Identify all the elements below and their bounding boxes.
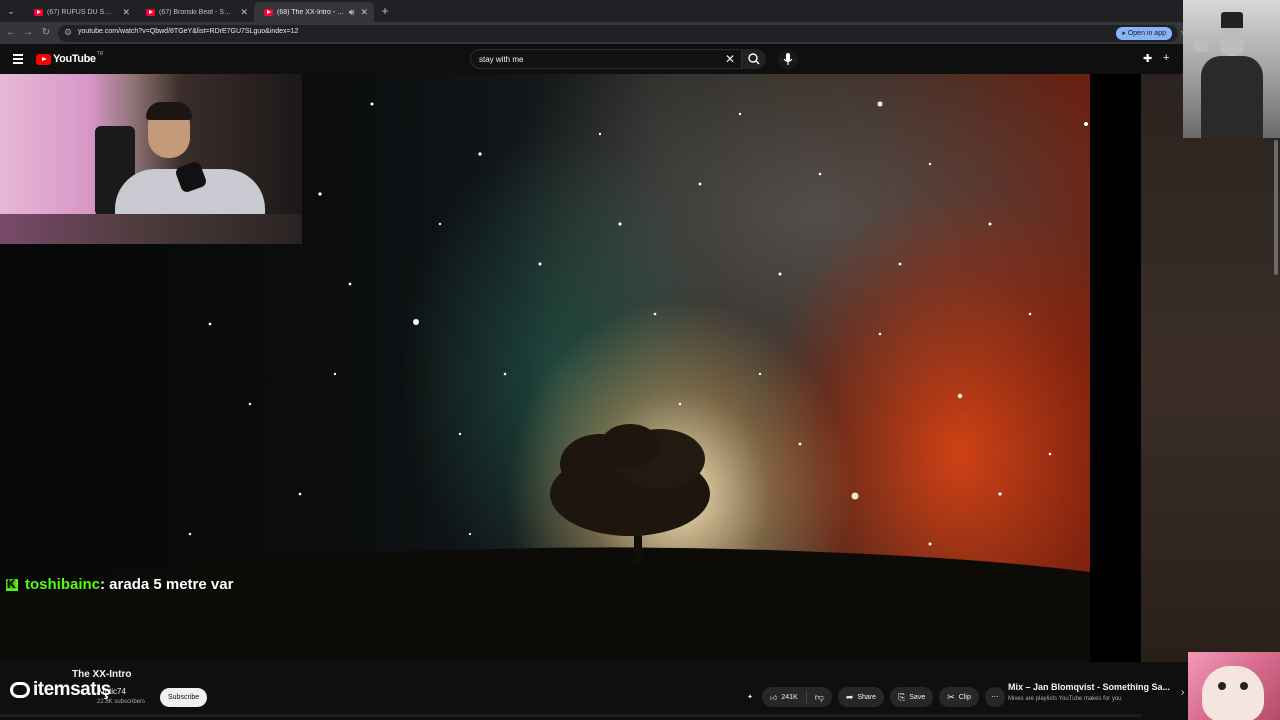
- region-code: TR: [96, 51, 104, 57]
- page-divider: [0, 714, 1141, 717]
- youtube-masthead: YouTube TR stay with me ✕ ✚ +: [0, 44, 1280, 74]
- thumbs-up-icon: 👍︎: [770, 694, 778, 702]
- subscribe-button[interactable]: Subscribe: [160, 688, 208, 707]
- secondary-column: [1141, 74, 1280, 662]
- chevron-right-icon[interactable]: ›: [1181, 687, 1184, 698]
- search-input[interactable]: stay with me ✕: [470, 49, 742, 69]
- more-icon: ⋯: [991, 694, 999, 701]
- open-in-app-button[interactable]: ▸ Open in app: [1116, 27, 1172, 40]
- youtube-favicon-icon: [146, 8, 155, 16]
- youtube-favicon-icon: [264, 8, 273, 16]
- cat-overlay: [1188, 652, 1280, 720]
- scrollbar-thumb[interactable]: [1274, 140, 1278, 275]
- save-button[interactable]: ⎘ Save: [890, 687, 934, 707]
- more-actions-button[interactable]: ⋯: [984, 687, 1005, 707]
- open-in-app-label: Open in app: [1127, 30, 1166, 37]
- youtube-wordmark: YouTube: [53, 53, 96, 65]
- close-icon[interactable]: ✕: [360, 7, 368, 18]
- youtube-logo[interactable]: YouTube TR: [36, 51, 104, 65]
- stream-watermark: itemsatış: [10, 679, 111, 701]
- video-info-row: The XX-Intro Arctic74 22.8K subscribers …: [0, 662, 1280, 720]
- site-info-icon[interactable]: ⚙: [64, 27, 72, 38]
- back-icon[interactable]: ←: [4, 26, 18, 40]
- create-icon[interactable]: ✚: [1143, 52, 1152, 65]
- browser-tab-3[interactable]: (68) The XX-Intro - YouTube 🔊︎ ✕: [254, 2, 374, 22]
- chat-text: : arada 5 metre var: [100, 576, 234, 593]
- url-text: youtube.com/watch?v=Qbwd/8TGeY&list=RDrE…: [78, 28, 299, 35]
- streamer-webcam: [0, 74, 302, 244]
- speaker-icon[interactable]: 🔊︎: [349, 7, 355, 18]
- watermark-text: itemsatış: [33, 679, 111, 700]
- clip-button[interactable]: ✂ Clip: [939, 687, 979, 707]
- chat-message: toshibainc : arada 5 metre var: [6, 576, 233, 593]
- close-icon[interactable]: ✕: [122, 7, 130, 18]
- like-count: 241K: [781, 693, 798, 701]
- portrait-overlay: [1183, 0, 1280, 138]
- bookmark-icon: ⎘: [898, 691, 906, 702]
- microphone-icon: [783, 53, 793, 65]
- tab-title: (67) RÜFÜS DU SOL ●● Innerbloom: [47, 8, 116, 16]
- browser-tab-2[interactable]: (67) Bronski Beat - Smalltown Boy ✕: [136, 2, 254, 22]
- new-tab-button[interactable]: +: [378, 3, 392, 19]
- menu-icon[interactable]: [13, 54, 23, 64]
- tab-title: (67) Bronski Beat - Smalltown Boy: [159, 8, 235, 16]
- youtube-play-icon: [36, 53, 51, 65]
- video-actions: ✦ 👍︎ 241K 👎︎ ➦ Share ⎘ Save ✂ Clip ⋯: [740, 687, 1011, 707]
- up-next-title[interactable]: Mix – Jan Blomqvist - Something Sa...: [1008, 682, 1178, 692]
- tree: [550, 424, 710, 564]
- video-letterbox: [1090, 74, 1141, 662]
- kick-icon: [6, 577, 18, 591]
- clip-label: Clip: [958, 693, 971, 701]
- create-button[interactable]: +: [1163, 52, 1169, 64]
- youtube-favicon-icon: [34, 8, 43, 16]
- browser-toolbar: ← → ↻ ⚙ youtube.com/watch?v=Qbwd/8TGeY&l…: [0, 22, 1280, 44]
- like-button[interactable]: 👍︎ 241K: [762, 690, 807, 704]
- browser-tab-1[interactable]: (67) RÜFÜS DU SOL ●● Innerbloom ✕: [24, 2, 136, 22]
- voice-search-button[interactable]: [778, 49, 798, 69]
- share-button[interactable]: ➦ Share: [837, 687, 885, 707]
- hill: [0, 547, 1090, 662]
- dislike-button[interactable]: 👎︎: [807, 692, 832, 703]
- share-label: Share: [857, 693, 877, 701]
- forward-icon[interactable]: →: [21, 26, 35, 40]
- sparkle-icon[interactable]: ✦: [740, 687, 760, 707]
- search-query: stay with me: [479, 55, 524, 64]
- browser-tab-strip: ⌄ (67) RÜFÜS DU SOL ●● Innerbloom ✕ (67)…: [0, 0, 1280, 22]
- watermark-logo-icon: [10, 682, 30, 698]
- search-icon: [748, 53, 760, 65]
- reload-icon[interactable]: ↻: [39, 26, 53, 40]
- share-icon: ➦: [845, 691, 854, 702]
- clear-search-icon[interactable]: ✕: [725, 52, 735, 66]
- address-bar[interactable]: ⚙ youtube.com/watch?v=Qbwd/8TGeY&list=RD…: [58, 25, 1188, 42]
- thumbs-down-icon: 👎︎: [814, 691, 824, 702]
- tab-search-icon[interactable]: ⌄: [4, 3, 18, 19]
- close-icon[interactable]: ✕: [240, 7, 248, 18]
- up-next-subtitle: Mixes are playlists YouTube makes for yo…: [1008, 696, 1122, 702]
- tab-title: (68) The XX-Intro - YouTube: [277, 8, 346, 16]
- scissors-icon: ✂: [947, 691, 955, 702]
- save-label: Save: [909, 693, 926, 701]
- like-dislike-group: 👍︎ 241K 👎︎: [762, 687, 832, 707]
- search-button[interactable]: [742, 49, 766, 69]
- chat-username: toshibainc: [25, 576, 101, 593]
